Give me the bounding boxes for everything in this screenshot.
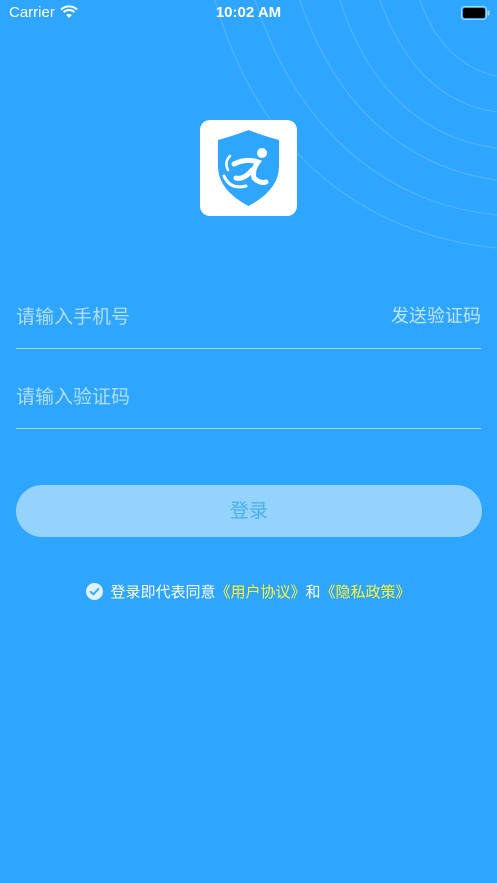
login-button[interactable]: 登录 <box>16 485 482 537</box>
login-screen: Carrier 10:02 AM 发送验证码 <box>0 0 497 883</box>
status-time: 10:02 AM <box>215 4 282 21</box>
code-row <box>16 374 481 429</box>
battery-icon <box>461 6 490 20</box>
agreement-line: 登录即代表同意《用户协议》和《隐私政策》 <box>0 581 497 603</box>
privacy-policy-link[interactable]: 《隐私政策》 <box>321 583 411 601</box>
app-logo <box>200 120 297 216</box>
status-bar: Carrier 10:02 AM <box>0 0 497 26</box>
shield-runner-icon <box>218 130 279 206</box>
verification-code-input[interactable] <box>16 382 376 412</box>
check-circle-icon[interactable] <box>86 583 104 600</box>
phone-row: 发送验证码 <box>16 294 481 349</box>
phone-number-input[interactable] <box>16 302 376 332</box>
user-agreement-link[interactable]: 《用户协议》 <box>215 583 305 601</box>
send-code-button[interactable]: 发送验证码 <box>391 302 481 332</box>
agreement-prefix: 登录即代表同意 <box>110 583 216 601</box>
agreement-joiner: 和 <box>305 583 321 601</box>
